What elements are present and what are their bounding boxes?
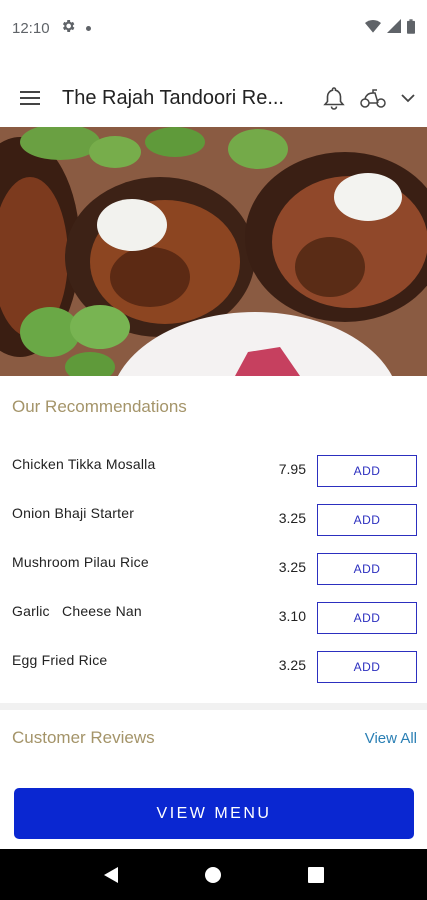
view-all-link[interactable]: View All — [365, 730, 417, 747]
menu-item-name: Chicken Tikka Mosalla — [12, 456, 156, 472]
reviews-header: Customer Reviews View All — [12, 728, 417, 748]
menu-item-row: Chicken Tikka Mosalla 7.95 ADD — [0, 447, 427, 496]
menu-item-row: Garlic Cheese Nan 3.10 ADD — [0, 594, 427, 643]
menu-item-price: 3.25 — [278, 559, 306, 575]
add-button[interactable]: ADD — [317, 651, 417, 683]
home-icon[interactable] — [193, 855, 233, 895]
chevron-down-icon[interactable] — [401, 93, 415, 103]
menu-item-price: 7.95 — [278, 461, 306, 477]
wifi-icon — [365, 19, 381, 37]
menu-item-price: 3.10 — [278, 608, 306, 624]
reviews-title: Customer Reviews — [12, 728, 155, 747]
recommendations-list: Chicken Tikka Mosalla 7.95 ADD Onion Bha… — [0, 447, 427, 692]
hero-food-image — [0, 127, 427, 376]
menu-item-row: Mushroom Pilau Rice 3.25 ADD — [0, 545, 427, 594]
system-nav-bar — [0, 849, 427, 900]
menu-item-price: 3.25 — [278, 510, 306, 526]
add-button[interactable]: ADD — [317, 602, 417, 634]
menu-item-row: Egg Fried Rice 3.25 ADD — [0, 643, 427, 692]
back-icon[interactable] — [91, 855, 131, 895]
signal-icon — [387, 19, 401, 37]
status-time: 12:10 — [12, 19, 50, 37]
view-menu-button[interactable]: VIEW MENU — [14, 788, 414, 839]
add-button[interactable]: ADD — [317, 504, 417, 536]
add-button[interactable]: ADD — [317, 455, 417, 487]
menu-item-price: 3.25 — [278, 657, 306, 673]
restaurant-title: The Rajah Tandoori Re... — [62, 86, 284, 109]
menu-item-name: Egg Fried Rice — [12, 652, 108, 668]
menu-item-name: Mushroom Pilau Rice — [12, 554, 149, 570]
scooter-icon[interactable] — [359, 87, 387, 109]
recents-icon[interactable] — [296, 855, 336, 895]
section-divider — [0, 703, 427, 710]
bell-icon[interactable] — [323, 86, 345, 110]
menu-item-row: Onion Bhaji Starter 3.25 ADD — [0, 496, 427, 545]
recommendations-title: Our Recommendations — [12, 397, 187, 416]
battery-icon — [407, 18, 415, 38]
settings-icon — [60, 18, 76, 38]
menu-item-name: Garlic Cheese Nan — [12, 603, 142, 619]
menu-icon[interactable] — [18, 86, 42, 110]
notification-dot-icon — [85, 25, 91, 31]
app-bar: The Rajah Tandoori Re... — [0, 70, 427, 126]
menu-item-name: Onion Bhaji Starter — [12, 505, 135, 521]
add-button[interactable]: ADD — [317, 553, 417, 585]
status-bar: 12:10 — [0, 0, 427, 56]
